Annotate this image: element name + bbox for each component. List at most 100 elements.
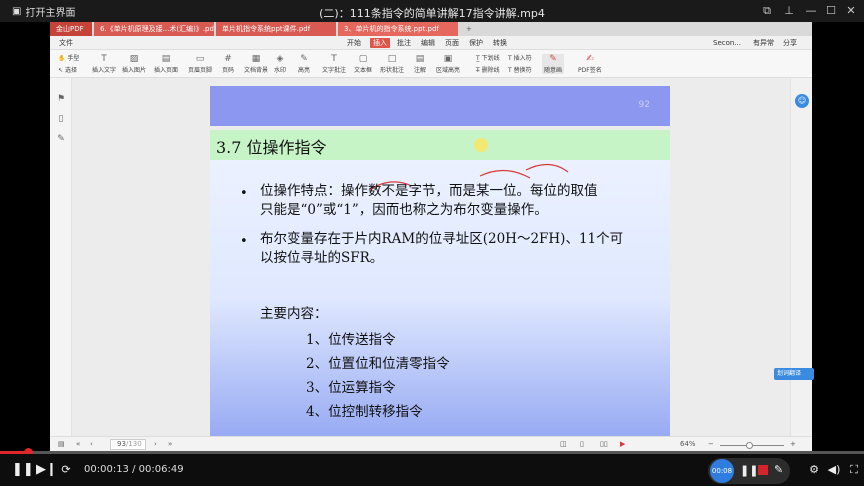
- wps-tab-bar: 金山PDF 6.《单片机原理及接...术(汇编)》.pdf 单片机指令系统ppt…: [50, 22, 812, 36]
- single-page-icon[interactable]: ▯: [580, 440, 584, 448]
- bullet-1-line-1: 位操作特点：操作数不是字节，而是某一位。每位的取值: [260, 183, 598, 199]
- tool-pdf-sign[interactable]: ✍ PDF签名: [578, 54, 602, 74]
- menu-edit[interactable]: 编辑: [418, 38, 438, 48]
- thumbnail-icon[interactable]: ▯: [56, 114, 66, 124]
- settings-icon[interactable]: ⚙: [806, 462, 822, 478]
- image-icon: ▨: [129, 54, 139, 64]
- rec-stop-icon[interactable]: [758, 465, 768, 475]
- recording-toolbar: 00:08 ❚❚ ✎: [708, 458, 790, 484]
- tool-insert-text[interactable]: T 插入文字: [92, 54, 116, 74]
- list-item: 1、位传送指令: [306, 332, 396, 348]
- translate-badge[interactable]: 划词翻译: [774, 368, 814, 380]
- bookmark-icon[interactable]: ⚑: [56, 94, 66, 104]
- tool-underline[interactable]: T̲ 下划线: [476, 53, 500, 62]
- sidebar-toggle-icon[interactable]: ▤: [58, 440, 65, 448]
- next-icon[interactable]: ▶❙: [36, 462, 57, 478]
- first-page-icon[interactable]: «: [76, 440, 80, 448]
- slide-page: 3.7 位操作指令 • 位操作特点：操作数不是字节，而是某一位。每位的取值 只能…: [210, 130, 670, 436]
- right-sidebar: ☺: [790, 78, 812, 436]
- tool-area-highlight[interactable]: ▣ 区域高亮: [436, 54, 460, 74]
- last-page-icon[interactable]: »: [168, 440, 172, 448]
- wps-brand[interactable]: 金山PDF: [50, 22, 92, 36]
- zoom-slider-thumb[interactable]: [746, 442, 753, 449]
- feedback-button[interactable]: 有异常: [750, 38, 777, 48]
- tool-insert-mark[interactable]: T 插入符: [508, 53, 532, 62]
- underline-icon: T̲: [476, 55, 480, 62]
- textbox-icon: ▢: [358, 54, 368, 64]
- tool-page-number[interactable]: # 页码: [222, 54, 234, 74]
- menu-start[interactable]: 开始: [344, 38, 364, 48]
- wps-toolbar: ✋ 手型 ↖ 选择 T 插入文字 ▨ 插入图片 ▤ 插入页面 ▭ 页眉页脚 # 页码 ▦ 文…: [50, 50, 812, 78]
- tool-shape[interactable]: □ 形状批注: [380, 54, 404, 74]
- pause-icon[interactable]: ❚❚: [12, 462, 34, 478]
- menu-protect[interactable]: 保护: [466, 38, 486, 48]
- file-menu[interactable]: 文件: [56, 38, 76, 48]
- screenshot-icon[interactable]: ⧉: [760, 4, 774, 18]
- note-icon: ▤: [415, 54, 425, 64]
- tab-doc-1[interactable]: 6.《单片机原理及接...术(汇编)》.pdf: [94, 22, 214, 36]
- tool-highlight[interactable]: ✎ 高亮: [298, 54, 310, 74]
- new-tab-icon[interactable]: +: [460, 22, 474, 36]
- bullet-1-line-2: 只能是“0”或“1”，因而也称之为布尔变量操作。: [260, 202, 548, 218]
- play-slideshow-icon[interactable]: ▶: [620, 440, 625, 448]
- recording-timer[interactable]: 00:08: [710, 459, 734, 483]
- tool-textbox[interactable]: ▢ 文本框: [354, 54, 372, 74]
- tool-text-annotation[interactable]: T 文字批注: [322, 54, 346, 74]
- tab-doc-2[interactable]: 单片机指令系统ppt课件.pdf: [216, 22, 336, 36]
- document-viewport[interactable]: 92 3.7 位操作指令 • 位操作特点：操作数不是字节，而是某一位。每位的取值…: [72, 78, 812, 436]
- video-title: (二)：111条指令的简单讲解17指令讲解.mp4: [319, 7, 545, 20]
- next-page-icon[interactable]: ›: [154, 440, 157, 448]
- prev-page-icon[interactable]: ‹: [90, 440, 93, 448]
- double-page-icon[interactable]: ▯▯: [600, 440, 608, 448]
- tool-select[interactable]: ↖ 选择: [58, 65, 77, 74]
- list-item: 3、位运算指令: [306, 380, 396, 396]
- menu-page[interactable]: 页面: [442, 38, 462, 48]
- tool-watermark[interactable]: ◈ 水印: [274, 54, 286, 74]
- share-button[interactable]: 分享: [780, 38, 800, 48]
- list-item: 4、位控制转移指令: [306, 404, 423, 420]
- rec-pen-icon[interactable]: ✎: [774, 463, 783, 476]
- zoom-slider[interactable]: [720, 442, 784, 449]
- rec-pause-icon[interactable]: ❚❚: [740, 464, 758, 477]
- volume-icon[interactable]: ◀): [826, 462, 842, 478]
- current-time: 00:00:13: [84, 464, 129, 475]
- minimize-icon[interactable]: —: [804, 4, 818, 18]
- strike-icon: T̶: [476, 67, 480, 74]
- bullet-1: 位操作特点：操作数不是字节，而是某一位。每位的取值 只能是“0”或“1”，因而也…: [260, 182, 670, 220]
- tool-header-footer[interactable]: ▭ 页眉页脚: [188, 54, 212, 74]
- shape-icon: □: [387, 54, 397, 64]
- assistant-icon[interactable]: ☺: [795, 94, 809, 108]
- page-icon: ▤: [161, 54, 171, 64]
- duration: 00:06:49: [138, 464, 184, 475]
- zoom-in-icon[interactable]: +: [790, 440, 796, 448]
- tool-insert-page[interactable]: ▤ 插入页面: [154, 54, 178, 74]
- tool-replace-mark[interactable]: T 替换符: [508, 65, 532, 74]
- tool-strikethrough[interactable]: T̶ 删除线: [476, 65, 500, 74]
- page-input[interactable]: 93/130: [110, 439, 146, 450]
- pin-icon[interactable]: ⊥: [782, 4, 796, 18]
- bullet-2-line-1: 布尔变量存在于片内RAM的位寻址区(20H～2FH)、11个可: [260, 231, 624, 247]
- menu-convert[interactable]: 转换: [490, 38, 510, 48]
- text-icon: T: [101, 54, 107, 64]
- user-name[interactable]: Secon...: [710, 38, 744, 48]
- main-content-label: 主要内容：: [260, 306, 328, 322]
- zoom-out-icon[interactable]: −: [708, 440, 714, 448]
- tool-freehand[interactable]: ✎ 随意画: [542, 54, 565, 74]
- menu-annotate[interactable]: 批注: [394, 38, 414, 48]
- tool-background[interactable]: ▦ 文档背景: [244, 54, 268, 74]
- loop-icon[interactable]: ⟳: [58, 462, 74, 478]
- tool-insert-image[interactable]: ▨ 插入图片: [122, 54, 146, 74]
- pointer-highlight: [474, 138, 488, 152]
- maximize-icon[interactable]: ☐: [824, 4, 838, 18]
- close-icon[interactable]: ✕: [844, 4, 858, 18]
- fullscreen-icon[interactable]: ⛶: [846, 462, 862, 478]
- tab-doc-3[interactable]: 3、单片机的指令系统.ppt.pdf: [338, 22, 458, 36]
- player-controls: ❚❚ ▶❙ ⟳ 00:00:13 / 00:06:49 00:08 ❚❚ ✎ ⚙…: [0, 454, 864, 486]
- tool-note[interactable]: ▤ 注解: [414, 54, 426, 74]
- zoom-level[interactable]: 64%: [680, 440, 696, 448]
- menu-insert[interactable]: 插入: [370, 38, 390, 48]
- tool-hand[interactable]: ✋ 手型: [58, 53, 79, 62]
- video-frame[interactable]: 金山PDF 6.《单片机原理及接...术(汇编)》.pdf 单片机指令系统ppt…: [50, 22, 814, 453]
- reading-mode-icon[interactable]: ◫: [560, 440, 567, 448]
- annotation-list-icon[interactable]: ✎: [56, 134, 66, 144]
